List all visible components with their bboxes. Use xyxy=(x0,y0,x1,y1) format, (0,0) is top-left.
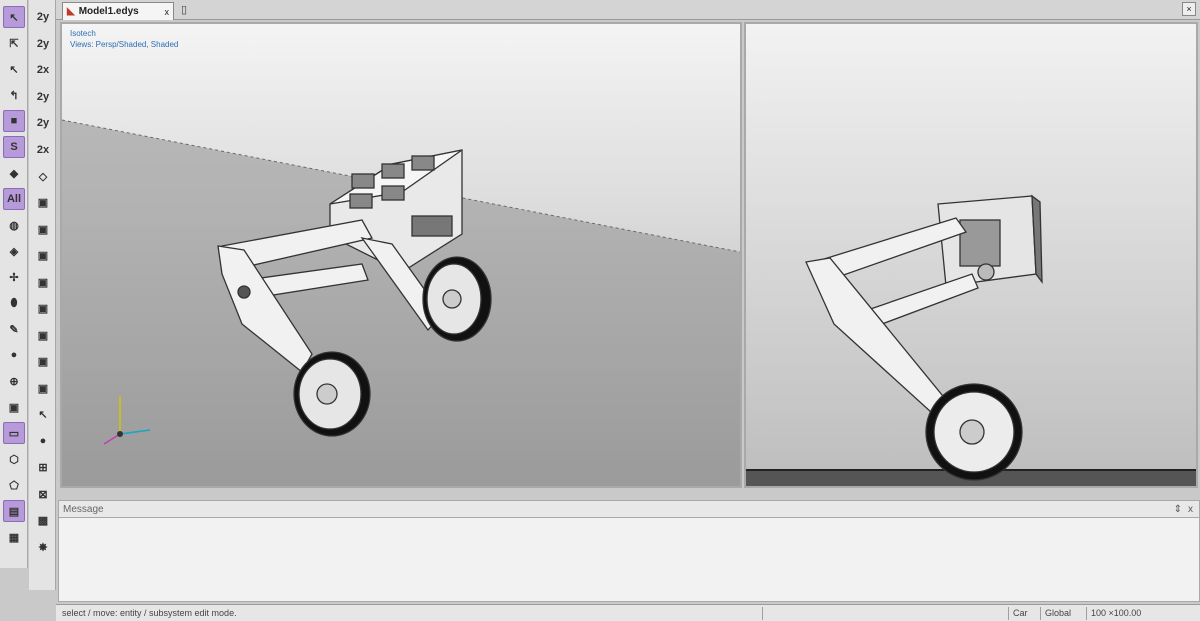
status-coord-system: Global xyxy=(1040,607,1084,620)
status-bar: select / move: entity / subsystem edit m… xyxy=(56,604,1200,621)
rectangle-icon[interactable]: ▭ xyxy=(3,422,25,444)
xy-plane-alt-icon[interactable]: 2y xyxy=(32,86,54,108)
tab-close-all-icon[interactable]: × xyxy=(1182,2,1196,16)
document-icon[interactable]: ▯ xyxy=(181,3,187,16)
message-panel-header: Message ⇕ x xyxy=(58,500,1200,518)
cube-shaded-icon[interactable]: ▣ xyxy=(32,351,54,373)
crosshair-icon[interactable]: ⊕ xyxy=(3,370,25,392)
database-icon[interactable]: ▦ xyxy=(3,526,25,548)
zx-plane-alt-icon[interactable]: 2x xyxy=(32,139,54,161)
rotate-icon[interactable]: ↰ xyxy=(3,84,25,106)
sphere-icon[interactable]: ● xyxy=(3,344,25,366)
tab-close-icon[interactable]: x xyxy=(165,7,170,17)
yz-plane-icon[interactable]: 2y xyxy=(32,33,54,55)
cursor-icon[interactable]: ↖ xyxy=(32,404,54,426)
app-window: ↖ ⇱ ↖ ↰ ■ S ◆ All ◍ ◈ ✢ ⬮ ✎ ● ⊕ ▣ ▭ ⬡ ⬠ ▤ ▦ 2y 2y 2x 2y 2y 2x ◇ ▣ ▣ ▣… xyxy=(0,0,1200,621)
joint-icon[interactable]: S xyxy=(3,136,25,158)
spring-icon[interactable]: ✎ xyxy=(3,318,25,340)
cube-iso-icon[interactable]: ▣ xyxy=(32,324,54,346)
explode-icon[interactable]: ✸ xyxy=(32,536,54,558)
model-icon: ◣ xyxy=(67,6,75,17)
left-toolbar: ↖ ⇱ ↖ ↰ ■ S ◆ All ◍ ◈ ✢ ⬮ ✎ ● ⊕ ▣ ▭ ⬡ ⬠ ▤ ▦ xyxy=(0,0,28,568)
model-view-right xyxy=(746,194,1196,486)
record-icon[interactable]: ● xyxy=(32,430,54,452)
status-text: select / move: entity / subsystem edit m… xyxy=(62,608,237,618)
status-unit: Car xyxy=(1008,607,1038,620)
pentagon-icon[interactable]: ⬠ xyxy=(3,474,25,496)
iso-view-icon[interactable]: ◇ xyxy=(32,165,54,187)
pin-icon[interactable]: ⇕ xyxy=(1174,504,1182,515)
viewport-side[interactable] xyxy=(744,22,1198,488)
folder-icon[interactable]: ▤ xyxy=(3,500,25,522)
box-icon[interactable]: ▣ xyxy=(3,396,25,418)
view-toolbar: 2y 2y 2x 2y 2y 2x ◇ ▣ ▣ ▣ ▣ ▣ ▣ ▣ ▣ ↖ ● ⊞ ⊠ ▩ ✸ xyxy=(29,0,56,590)
render-icon[interactable]: ▩ xyxy=(32,510,54,532)
select-multi-icon[interactable]: ⇱ xyxy=(3,32,25,54)
body-icon[interactable]: ■ xyxy=(3,110,25,132)
select-arrow-icon[interactable]: ↖ xyxy=(3,6,25,28)
pin-icon[interactable]: ⬮ xyxy=(3,292,25,314)
robot-model-side xyxy=(805,194,1043,481)
color-cube-icon[interactable]: ◈ xyxy=(3,240,25,262)
tab-model1[interactable]: ◣ Model1.edys x xyxy=(62,2,174,20)
cube-wire-icon[interactable]: ▣ xyxy=(32,377,54,399)
zx-plane-icon[interactable]: 2x xyxy=(32,59,54,81)
message-panel-body[interactable] xyxy=(58,518,1200,602)
cube-top-icon[interactable]: ▣ xyxy=(32,218,54,240)
hexagon-icon[interactable]: ⬡ xyxy=(3,448,25,470)
cube-front-icon[interactable]: ▣ xyxy=(32,192,54,214)
all-icon[interactable]: All xyxy=(3,188,25,210)
force-icon[interactable]: ◆ xyxy=(3,162,25,184)
model-view-left xyxy=(62,119,740,486)
close-icon[interactable]: x xyxy=(1188,504,1193,515)
viewport-perspective[interactable]: Isotech Views: Persp/Shaded, Shaded xyxy=(60,22,742,488)
cube-bottom-icon[interactable]: ▣ xyxy=(32,298,54,320)
document-tab-bar: ◣ Model1.edys x ▯ × xyxy=(56,0,1200,20)
status-zoom: 100 ×100.00 xyxy=(1086,607,1196,620)
message-panel-title: Message xyxy=(63,503,104,515)
xy-plane-icon[interactable]: 2y xyxy=(32,6,54,28)
tab-title: Model1.edys xyxy=(78,6,139,17)
axis-icon[interactable]: ✢ xyxy=(3,266,25,288)
cube-side-icon[interactable]: ▣ xyxy=(32,245,54,267)
move-icon[interactable]: ↖ xyxy=(3,58,25,80)
status-cell-blank xyxy=(762,607,1006,620)
cube-back-icon[interactable]: ▣ xyxy=(32,271,54,293)
marker-icon[interactable]: ◍ xyxy=(3,214,25,236)
grid-icon[interactable]: ⊞ xyxy=(32,457,54,479)
pattern-icon[interactable]: ⊠ xyxy=(32,483,54,505)
yz-plane-alt-icon[interactable]: 2y xyxy=(32,112,54,134)
